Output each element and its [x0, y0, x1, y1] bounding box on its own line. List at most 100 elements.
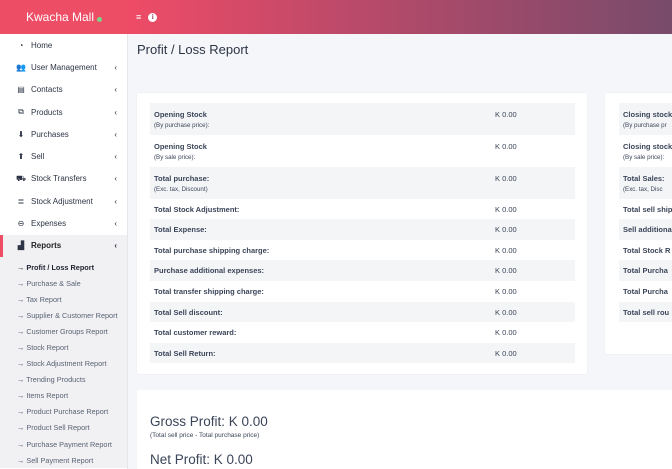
- report-row: Total Purcha: [619, 281, 672, 302]
- row-label-text: Opening Stock: [154, 142, 207, 151]
- chevron-left-icon: ‹: [114, 107, 117, 117]
- row-label: Total purchase shipping charge:: [154, 246, 495, 260]
- report-row: Opening Stock (By sale price): K 0.00: [150, 135, 575, 167]
- profit-summary-card: Gross Profit: K 0.00 (Total sell price -…: [137, 390, 672, 469]
- sidebar-item-products[interactable]: ⧉ Products ‹: [0, 101, 127, 123]
- row-label: Total Purcha: [623, 266, 672, 275]
- row-label-text: Total Sales:: [623, 174, 665, 183]
- report-left-card: Opening Stock (By purchase price): K 0.00 O…: [137, 93, 587, 374]
- row-value: K 0.00: [495, 349, 517, 358]
- submenu-item[interactable]: → Purchase Payment Report: [0, 436, 127, 452]
- sidebar-item-label: Contacts: [31, 85, 63, 95]
- row-sublabel: (Exc. tax, Discount): [154, 186, 208, 193]
- report-row: Total transfer shipping charge: K 0.00: [150, 281, 575, 302]
- row-label: Total purchase: (Exc. tax, Discount): [154, 174, 495, 199]
- row-label-text: Total Sell Return:: [154, 349, 216, 358]
- row-label-text: Total Stock R: [623, 246, 671, 255]
- report-row: Total sell rou: [619, 302, 672, 322]
- report-row: Purchase additional expenses: K 0.00: [150, 260, 575, 281]
- reports-submenu: → Profit / Loss Report → Purchase & Sale →…: [0, 256, 127, 469]
- sidebar-menu: ◔ Home 👥 User Management ‹ ▤ Contacts ‹ ⧉ Product…: [0, 34, 127, 257]
- sidebar-item-label: Purchases: [31, 129, 69, 139]
- row-sublabel: (By sale price):: [623, 154, 665, 161]
- row-label-text: Total purchase shipping charge:: [154, 246, 270, 255]
- submenu-item[interactable]: → Trending Products: [0, 372, 127, 388]
- report-row: Total Purcha: [619, 260, 672, 281]
- chevron-left-icon: ‹: [114, 85, 117, 95]
- gross-profit-note: (Total sell price - Total purchase price…: [150, 432, 260, 439]
- sidebar-item-contacts[interactable]: ▤ Contacts ‹: [0, 79, 127, 101]
- row-label: Opening Stock (By sale price):: [154, 142, 495, 167]
- row-label-text: Total transfer shipping charge:: [154, 287, 264, 296]
- report-row: Total customer reward: K 0.00: [150, 322, 575, 343]
- submenu-item[interactable]: → Items Report: [0, 388, 127, 404]
- chevron-left-icon: ‹: [114, 241, 117, 251]
- report-row: Closing stock (By purchase pr: [619, 103, 672, 135]
- row-value: K 0.00: [495, 246, 517, 255]
- row-label: Total Stock R: [623, 246, 672, 255]
- submenu-item[interactable]: → Sell Payment Report: [0, 452, 127, 468]
- row-value: K 0.00: [495, 328, 517, 337]
- row-label: Total Purcha: [623, 287, 672, 296]
- row-sublabel: (By purchase price):: [154, 122, 210, 129]
- row-label: Closing stock (By sale price):: [623, 142, 672, 161]
- sidebar-item-label: Reports: [31, 241, 62, 251]
- report-right-card: Closing stock (By purchase pr Closing stoc…: [605, 93, 672, 354]
- sidebar-item-home[interactable]: ◔ Home: [0, 34, 127, 56]
- row-label-text: Total customer reward:: [154, 328, 237, 337]
- report-row: Closing stock (By sale price):: [619, 135, 672, 167]
- submenu-item[interactable]: → Product Sell Report: [0, 420, 127, 436]
- arrow-circle-up-icon: ⬆: [17, 152, 25, 162]
- row-value: K 0.00: [495, 110, 517, 119]
- submenu-item[interactable]: → Tax Report: [0, 291, 127, 307]
- sidebar-item-stock-transfers[interactable]: ⛟ Stock Transfers ‹: [0, 168, 127, 190]
- sidebar-item-expenses[interactable]: ⊖ Expenses ‹: [0, 212, 127, 234]
- submenu-item[interactable]: → Product Purchase Report: [0, 404, 127, 420]
- sidebar-item-stock-adjustment[interactable]: ≣ Stock Adjustment ‹: [0, 190, 127, 212]
- row-value: K 0.00: [495, 205, 517, 214]
- row-label: Total transfer shipping charge:: [154, 287, 495, 302]
- net-profit: Net Profit: K 0.00: [150, 452, 253, 467]
- sidebar-item-reports[interactable]: ▟ Reports ‹: [0, 234, 127, 257]
- row-label-text: Closing stock: [623, 142, 672, 151]
- row-value: K 0.00: [495, 308, 517, 317]
- sidebar-item-sell[interactable]: ⬆ Sell ‹: [0, 145, 127, 167]
- row-label: Total customer reward:: [154, 328, 495, 343]
- submenu-item[interactable]: → Purchase & Sale: [0, 275, 127, 291]
- truck-icon: ⛟: [16, 173, 27, 183]
- row-label-text: Total sell rou: [623, 308, 670, 317]
- row-sublabel: (Exc. tax, Disc: [623, 186, 663, 193]
- row-label-text: Total sell ship: [623, 205, 672, 214]
- sidebar-item-user-management[interactable]: 👥 User Management ‹: [0, 56, 127, 78]
- row-sublabel: (By purchase pr: [623, 122, 667, 129]
- row-label-text: Sell additiona: [623, 225, 672, 234]
- bar-chart-icon: ▟: [17, 241, 25, 251]
- report-row: Opening Stock (By purchase price): K 0.00: [150, 103, 575, 135]
- users-icon: 👥: [16, 62, 26, 72]
- chevron-left-icon: ‹: [114, 174, 117, 184]
- minus-circle-icon: ⊖: [17, 219, 25, 229]
- sidebar: ◔ Home 👥 User Management ‹ ▤ Contacts ‹ ⧉ Product…: [0, 34, 128, 469]
- page-title: Profit / Loss Report: [137, 42, 249, 57]
- chevron-left-icon: ‹: [114, 152, 117, 162]
- row-value: K 0.00: [495, 266, 517, 275]
- row-value: K 0.00: [495, 287, 517, 296]
- row-label-text: Total Sell discount:: [154, 308, 223, 317]
- brand-logo[interactable]: Kwacha Mall: [0, 0, 128, 34]
- row-label-text: Total Stock Adjustment:: [154, 205, 240, 214]
- info-icon[interactable]: i: [148, 12, 158, 22]
- submenu-item[interactable]: → Customer Groups Report: [0, 323, 127, 339]
- database-icon: ≣: [17, 196, 25, 206]
- submenu-item[interactable]: → Stock Report: [0, 339, 127, 355]
- submenu-item[interactable]: → Profit / Loss Report: [0, 259, 127, 275]
- row-value: K 0.00: [495, 225, 517, 234]
- report-row: Total purchase shipping charge: K 0.00: [150, 240, 575, 260]
- chevron-left-icon: ‹: [114, 62, 117, 72]
- submenu-item[interactable]: → Stock Adjustment Report: [0, 356, 127, 372]
- online-status-dot: [97, 16, 103, 22]
- sidebar-item-purchases[interactable]: ⬇ Purchases ‹: [0, 123, 127, 145]
- gross-profit: Gross Profit: K 0.00: [150, 414, 268, 429]
- row-label: Total Sell discount:: [154, 308, 495, 322]
- submenu-item[interactable]: → Supplier & Customer Report: [0, 307, 127, 323]
- hamburger-menu-icon[interactable]: ≡: [136, 12, 141, 22]
